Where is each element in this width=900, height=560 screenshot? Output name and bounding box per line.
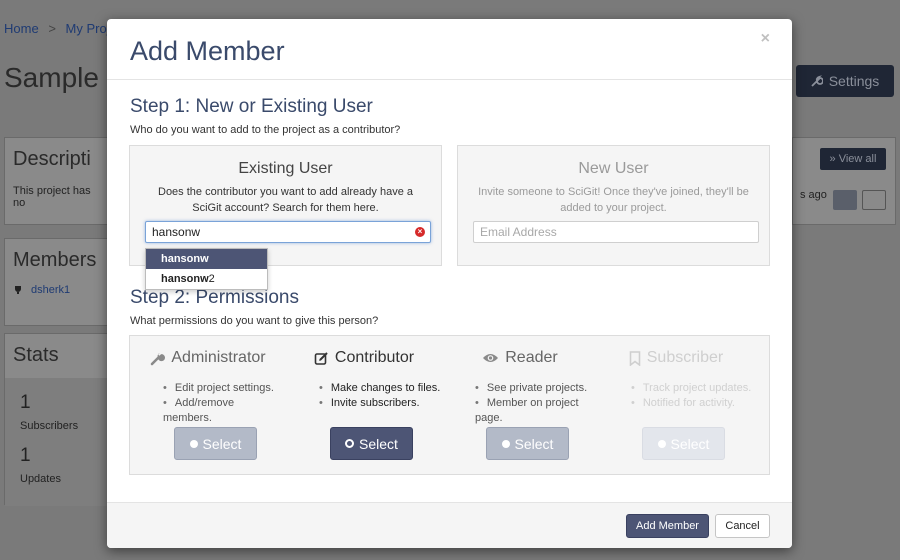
- select-label: Select: [514, 435, 554, 452]
- member-link[interactable]: dsherk1: [31, 284, 70, 296]
- user-search-value: hansonw: [152, 225, 201, 239]
- breadcrumb: Home > My Projec: [4, 21, 123, 36]
- clear-icon[interactable]: ×: [415, 227, 425, 237]
- suggestion-match: hansonw: [161, 253, 209, 265]
- copy-icon[interactable]: [862, 190, 886, 210]
- step2-subtitle: What permissions do you want to give thi…: [130, 315, 379, 327]
- permission-item: Track project updates.: [631, 381, 754, 396]
- email-field[interactable]: Email Address: [473, 221, 759, 243]
- stat-value: 1: [20, 392, 31, 413]
- search-icon[interactable]: [833, 190, 857, 210]
- role-heading: Subscriber: [598, 349, 754, 367]
- new-user-description: Invite someone to SciGit! Once they've j…: [478, 186, 749, 214]
- stats-heading: Stats: [13, 344, 59, 366]
- permission-item: See private projects.: [475, 381, 598, 396]
- members-heading: Members: [13, 249, 97, 271]
- step2-title: Step 2: Permissions: [130, 287, 299, 308]
- modal-footer: Add Member Cancel: [107, 502, 792, 548]
- step1-subtitle: Who do you want to add to the project as…: [130, 124, 401, 136]
- breadcrumb-home[interactable]: Home: [4, 21, 39, 36]
- description-panel: Descripti This project has no: [4, 137, 108, 225]
- stat-label: Subscribers: [20, 420, 79, 432]
- step1-title: Step 1: New or Existing User: [130, 96, 373, 117]
- suggestion-item[interactable]: hansonw2: [146, 269, 267, 289]
- role-heading: Reader: [442, 349, 598, 367]
- select-label: Select: [202, 435, 242, 452]
- permission-item: Add/remove members.: [163, 396, 286, 426]
- suggestion-match: hansonw: [161, 273, 209, 285]
- permission-item: Notified for activity.: [631, 396, 754, 411]
- stats-panel: Stats 1 Subscribers 1 Updates: [4, 333, 109, 506]
- add-member-modal: Add Member × Step 1: New or Existing Use…: [107, 19, 792, 548]
- trophy-icon: [13, 285, 23, 295]
- permission-item: Invite subscribers.: [319, 396, 442, 411]
- edit-icon: [314, 351, 329, 366]
- select-subscriber-button[interactable]: Select: [642, 427, 725, 460]
- role-permissions: Make changes to files. Invite subscriber…: [319, 381, 442, 411]
- eye-icon: [482, 352, 499, 364]
- role-heading: Contributor: [286, 349, 442, 367]
- radio-icon: [657, 439, 666, 448]
- role-name: Reader: [505, 349, 558, 366]
- role-subscriber: Subscriber Track project updates. Notifi…: [598, 336, 754, 460]
- radio-selected-icon: [345, 439, 355, 448]
- select-administrator-button[interactable]: Select: [174, 427, 257, 460]
- cancel-button[interactable]: Cancel: [715, 514, 770, 538]
- stats-body: 1 Subscribers 1 Updates: [5, 378, 109, 506]
- radio-icon: [189, 439, 198, 448]
- suggestion-rest: 2: [208, 273, 215, 285]
- modal-title: Add Member: [130, 36, 285, 66]
- members-panel: Members dsherk1: [4, 238, 108, 326]
- add-member-button[interactable]: Add Member: [626, 514, 709, 538]
- role-permissions: Track project updates. Notified for acti…: [631, 381, 754, 411]
- autocomplete-dropdown: hansonw hansonw2: [145, 248, 268, 290]
- permission-item: Edit project settings.: [163, 381, 286, 396]
- select-label: Select: [359, 435, 398, 452]
- wrench-icon: [811, 75, 823, 87]
- role-contributor: Contributor Make changes to files. Invit…: [286, 336, 442, 460]
- view-all-button[interactable]: » View all: [820, 148, 886, 170]
- settings-label: Settings: [828, 73, 880, 89]
- settings-button[interactable]: Settings: [796, 65, 894, 97]
- wrench-icon: [150, 351, 166, 366]
- role-permissions: Edit project settings. Add/remove member…: [163, 381, 286, 426]
- permissions-box: Administrator Edit project settings. Add…: [129, 335, 770, 475]
- role-permissions: See private projects. Member on project …: [475, 381, 598, 426]
- select-contributor-button[interactable]: Select: [330, 427, 413, 460]
- breadcrumb-separator: >: [48, 21, 56, 36]
- role-reader: Reader See private projects. Member on p…: [442, 336, 598, 460]
- close-icon[interactable]: ×: [761, 30, 770, 48]
- role-name: Administrator: [171, 349, 266, 366]
- suggestion-item[interactable]: hansonw: [146, 249, 267, 269]
- modal-header: Add Member ×: [107, 19, 792, 80]
- description-heading: Descripti: [13, 148, 91, 170]
- new-user-title: New User: [578, 160, 649, 177]
- email-placeholder: Email Address: [480, 225, 557, 239]
- select-label: Select: [670, 435, 710, 452]
- existing-user-title: Existing User: [238, 160, 333, 177]
- existing-user-description: Does the contributor you want to add alr…: [158, 186, 413, 214]
- bookmark-icon: [629, 350, 641, 366]
- stat-value: 1: [20, 445, 31, 466]
- member-row: dsherk1: [5, 284, 107, 296]
- role-heading: Administrator: [130, 349, 286, 367]
- role-name: Contributor: [334, 349, 415, 366]
- role-administrator: Administrator Edit project settings. Add…: [130, 336, 286, 460]
- permission-item: Member on project page.: [475, 396, 598, 426]
- radio-icon: [501, 439, 510, 448]
- new-user-box: New User Invite someone to SciGit! Once …: [457, 145, 770, 266]
- user-search-input[interactable]: hansonw ×: [145, 221, 431, 243]
- activity-time: s ago: [800, 189, 827, 201]
- description-text: This project has no: [13, 185, 91, 209]
- select-reader-button[interactable]: Select: [486, 427, 569, 460]
- role-name: Subscriber: [646, 349, 724, 366]
- stat-label: Updates: [20, 473, 61, 485]
- permission-item: Make changes to files.: [319, 381, 442, 396]
